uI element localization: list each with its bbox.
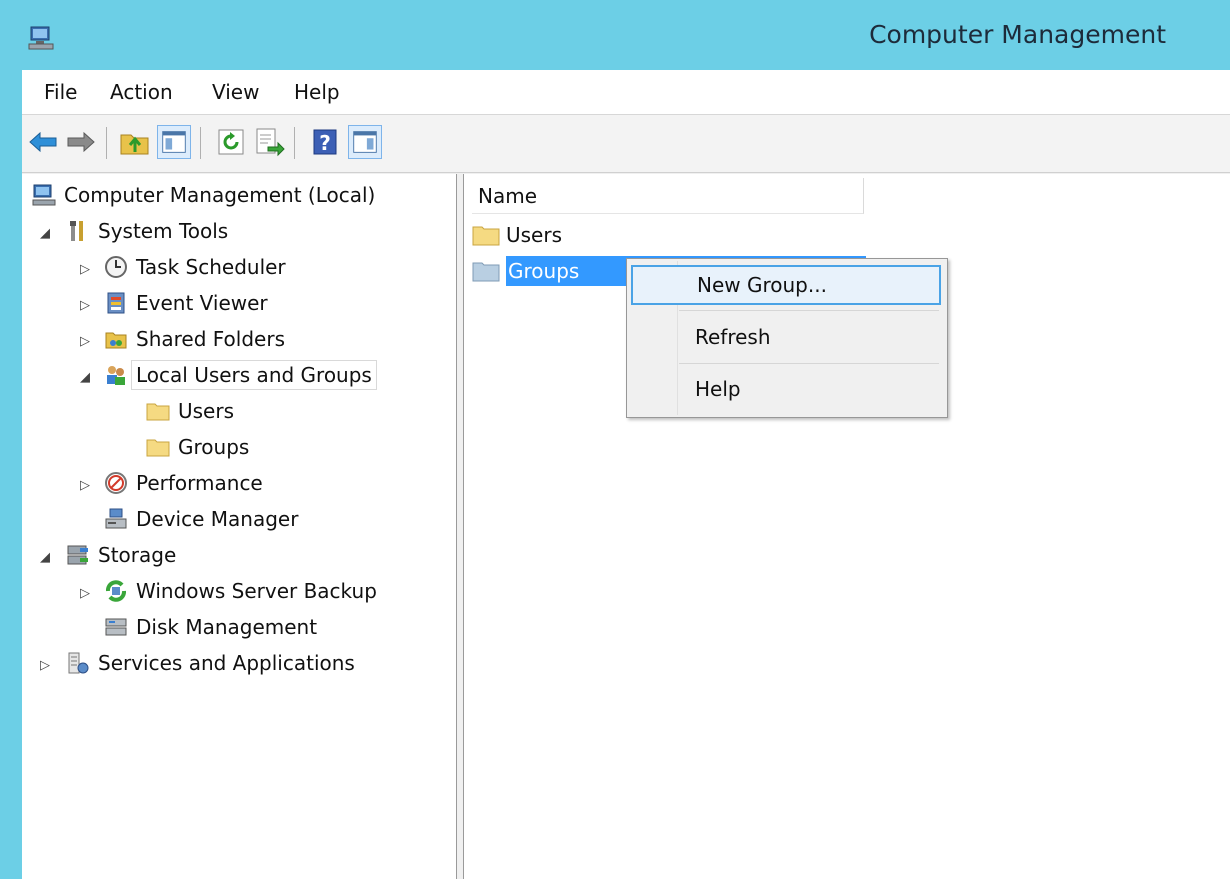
- context-menu-refresh[interactable]: Refresh: [631, 317, 941, 357]
- services-icon: [68, 652, 89, 674]
- collapsed-arrow-icon[interactable]: ▷: [78, 299, 92, 313]
- menu-separator: [679, 310, 939, 311]
- tree-label: Windows Server Backup: [136, 579, 377, 603]
- refresh-icon[interactable]: [214, 125, 248, 159]
- list-item-users[interactable]: Users: [472, 218, 562, 252]
- tree-label: Disk Management: [136, 615, 318, 639]
- folder-icon: [146, 403, 170, 421]
- menu-separator: [679, 363, 939, 364]
- performance-icon: [105, 472, 127, 494]
- tree-label: Performance: [136, 471, 263, 495]
- tree-label: Services and Applications: [98, 651, 355, 675]
- expanded-arrow-icon[interactable]: ◢: [38, 227, 52, 241]
- menu-view[interactable]: View: [212, 80, 259, 104]
- window-title: Computer Management: [869, 20, 1166, 49]
- tree-item-storage[interactable]: Storage: [66, 538, 176, 572]
- backup-icon: [106, 580, 126, 602]
- export-list-icon[interactable]: [252, 125, 286, 159]
- computer-icon: [32, 184, 56, 206]
- show-hide-action-pane-icon[interactable]: [348, 125, 382, 159]
- tree-item-task-scheduler[interactable]: Task Scheduler: [104, 250, 286, 284]
- up-folder-icon[interactable]: [118, 125, 152, 159]
- tree-item-root[interactable]: Computer Management (Local): [32, 178, 375, 212]
- tree-item-event-viewer[interactable]: Event Viewer: [104, 286, 268, 320]
- tree-item-shared-folders[interactable]: Shared Folders: [104, 322, 285, 356]
- list-item-label: Users: [506, 223, 563, 247]
- toolbar-separator: [200, 127, 201, 159]
- tree-label: Storage: [98, 543, 177, 567]
- console-tree: Computer Management (Local) ◢ System Too…: [22, 174, 457, 879]
- folder-icon: [472, 262, 500, 282]
- client-area: File Action View Help ? Computer Managem…: [22, 70, 1230, 879]
- event-viewer-icon: [107, 292, 125, 314]
- toolbar: ?: [22, 115, 1230, 173]
- collapsed-arrow-icon[interactable]: ▷: [78, 263, 92, 277]
- context-menu-help[interactable]: Help: [631, 369, 941, 409]
- back-icon[interactable]: [26, 125, 60, 159]
- tree-item-windows-server-backup[interactable]: Windows Server Backup: [104, 574, 377, 608]
- show-hide-tree-icon[interactable]: [157, 125, 191, 159]
- title-bar[interactable]: Computer Management: [0, 0, 1230, 78]
- context-menu-new-group[interactable]: New Group...: [631, 265, 941, 305]
- shared-folder-icon: [105, 332, 127, 349]
- tools-icon: [70, 221, 83, 241]
- expanded-arrow-icon[interactable]: ◢: [38, 551, 52, 565]
- tree-label: Event Viewer: [136, 291, 268, 315]
- svg-text:?: ?: [319, 131, 331, 155]
- menu-bar: File Action View Help: [22, 70, 1230, 115]
- menu-file[interactable]: File: [44, 80, 77, 104]
- tree-label: Users: [178, 399, 235, 423]
- toolbar-separator: [294, 127, 295, 159]
- tree-item-groups[interactable]: Groups: [146, 430, 249, 464]
- tree-label: Groups: [178, 435, 250, 459]
- folder-icon: [146, 439, 170, 457]
- tree-label: Local Users and Groups: [131, 360, 377, 390]
- tree-label: Shared Folders: [136, 327, 285, 351]
- clock-icon: [105, 256, 127, 278]
- users-group-icon: [107, 366, 125, 385]
- tree-label: Device Manager: [136, 507, 299, 531]
- tree-item-services-and-applications[interactable]: Services and Applications: [66, 646, 355, 680]
- expanded-arrow-icon[interactable]: ◢: [78, 371, 92, 385]
- collapsed-arrow-icon[interactable]: ▷: [78, 335, 92, 349]
- device-manager-icon: [105, 508, 127, 529]
- toolbar-separator: [106, 127, 107, 159]
- tree-item-local-users-and-groups[interactable]: Local Users and Groups: [104, 358, 377, 392]
- folder-icon: [472, 226, 500, 246]
- menu-help[interactable]: Help: [294, 80, 340, 104]
- storage-icon: [67, 545, 88, 565]
- column-header-name[interactable]: Name: [472, 178, 864, 214]
- tree-label: Task Scheduler: [136, 255, 286, 279]
- tree-item-performance[interactable]: Performance: [104, 466, 263, 500]
- app-window: Computer Management File Action View Hel…: [0, 0, 1230, 879]
- tree-item-users[interactable]: Users: [146, 394, 234, 428]
- tree-item-system-tools[interactable]: System Tools: [66, 214, 228, 248]
- tree-item-disk-management[interactable]: Disk Management: [104, 610, 317, 644]
- collapsed-arrow-icon[interactable]: ▷: [78, 479, 92, 493]
- tree-item-device-manager[interactable]: Device Manager: [104, 502, 298, 536]
- forward-icon[interactable]: [64, 125, 98, 159]
- help-icon[interactable]: ?: [308, 125, 342, 159]
- tree-label: Computer Management (Local): [64, 183, 376, 207]
- tree-label: System Tools: [98, 219, 229, 243]
- collapsed-arrow-icon[interactable]: ▷: [78, 587, 92, 601]
- computer-management-icon: [28, 26, 54, 50]
- disk-management-icon: [105, 618, 127, 636]
- collapsed-arrow-icon[interactable]: ▷: [38, 659, 52, 673]
- context-menu: New Group... Refresh Help: [626, 258, 948, 418]
- menu-action[interactable]: Action: [110, 80, 173, 104]
